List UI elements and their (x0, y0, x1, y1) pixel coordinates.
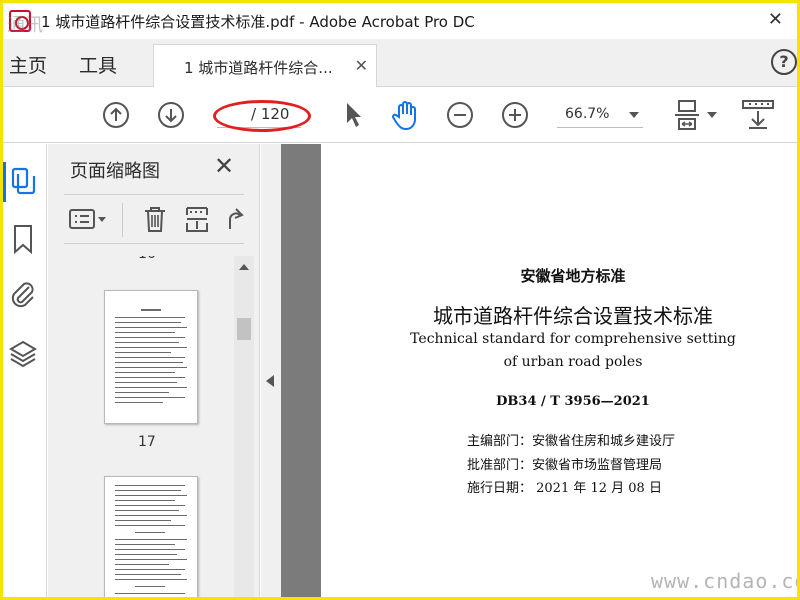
scroll-up-icon[interactable] (239, 264, 249, 270)
zoom-level-select[interactable]: 66.7% (557, 102, 643, 128)
title-bar: 1 城市道路杆件综合设置技术标准.pdf - Adobe Acrobat Pro… (3, 3, 797, 39)
chevron-down-icon (629, 112, 639, 118)
zoom-in-icon[interactable] (502, 102, 528, 128)
toolbar-divider (122, 203, 123, 237)
window-title: 1 城市道路杆件综合设置技术标准.pdf - Adobe Acrobat Pro… (41, 12, 475, 31)
page-thumbnails-icon[interactable] (10, 166, 36, 200)
corner-watermark: 通讯 (7, 15, 43, 36)
scrollbar-thumb[interactable] (237, 318, 251, 340)
doc-issuer: 安徽省地方标准 (520, 267, 626, 285)
doc-title-en-2: of urban road poles (503, 354, 643, 370)
scroll-mode-icon[interactable] (741, 99, 775, 135)
tab-bar: 主页 工具 1 城市道路杆件综合... ✕ ? (3, 39, 797, 87)
thumbnail-page-number: 17 (138, 434, 156, 450)
hand-tool-icon[interactable] (391, 99, 421, 135)
thumbnail-options-icon[interactable] (68, 208, 108, 236)
page-field-highlight-ellipse (213, 100, 311, 132)
collapse-panel-icon[interactable] (266, 375, 274, 387)
document-tab-label: 1 城市道路杆件综合... (184, 59, 333, 77)
app-window: 1 城市道路杆件综合设置技术标准.pdf - Adobe Acrobat Pro… (3, 3, 797, 597)
doc-editor-dept: 主编部门：安徽省住房和城乡建设厅 (467, 434, 676, 449)
thumbnail-list[interactable]: 16 (48, 256, 236, 597)
select-arrow-icon[interactable] (343, 101, 363, 133)
layers-icon[interactable] (8, 339, 38, 373)
site-watermark: www.cndao.com (651, 569, 797, 593)
tools-tab[interactable]: 工具 (79, 51, 117, 78)
document-page: 安徽省地方标准 城市道路杆件综合设置技术标准 Technical standar… (321, 144, 797, 597)
panel-close-button[interactable]: ✕ (214, 152, 234, 180)
main-toolbar: / 120 66.7% (3, 87, 797, 143)
doc-approval-dept: 批准部门：安徽省市场监督管理局 (467, 458, 663, 473)
thumbnail-page-number: 16 (138, 256, 156, 262)
doc-title-cn: 城市道路杆件综合设置技术标准 (433, 304, 713, 328)
doc-effective-date: 施行日期： 2021 年 12 月 08 日 (467, 481, 662, 496)
thumbnail-page[interactable] (104, 476, 198, 597)
rotate-page-icon[interactable] (222, 205, 244, 237)
insert-page-icon[interactable] (184, 205, 210, 237)
attachments-icon[interactable] (9, 279, 37, 315)
fit-page-chevron-icon[interactable] (707, 112, 717, 118)
rail-active-indicator (3, 162, 6, 202)
zoom-level-value: 66.7% (565, 106, 610, 122)
bookmarks-icon[interactable] (12, 224, 34, 258)
document-viewer[interactable]: 安徽省地方标准 城市道路杆件综合设置技术标准 Technical standar… (281, 144, 797, 597)
thumbnail-page[interactable] (104, 290, 198, 424)
document-tab-close-button[interactable]: ✕ (355, 56, 368, 75)
next-page-icon[interactable] (158, 102, 184, 128)
doc-title-en-1: Technical standard for comprehensive set… (410, 331, 736, 347)
home-tab[interactable]: 主页 (9, 51, 47, 78)
panel-title: 页面缩略图 (70, 161, 160, 182)
panel-collapse-strip[interactable] (261, 144, 281, 597)
zoom-out-icon[interactable] (447, 102, 473, 128)
fit-page-icon[interactable] (673, 97, 701, 137)
left-rail (3, 144, 47, 597)
window-close-button[interactable]: ✕ (768, 9, 783, 30)
thumbnails-panel: 页面缩略图 ✕ 17 (48, 144, 260, 597)
document-tab[interactable]: 1 城市道路杆件综合... ✕ (153, 44, 377, 87)
help-icon[interactable]: ? (771, 49, 797, 75)
thumbnail-scrollbar[interactable] (234, 256, 254, 597)
delete-page-icon[interactable] (142, 205, 168, 237)
doc-standard-number: DB34 / T 3956—2021 (496, 394, 650, 409)
panel-toolbar (64, 194, 244, 244)
prev-page-icon[interactable] (103, 102, 129, 128)
